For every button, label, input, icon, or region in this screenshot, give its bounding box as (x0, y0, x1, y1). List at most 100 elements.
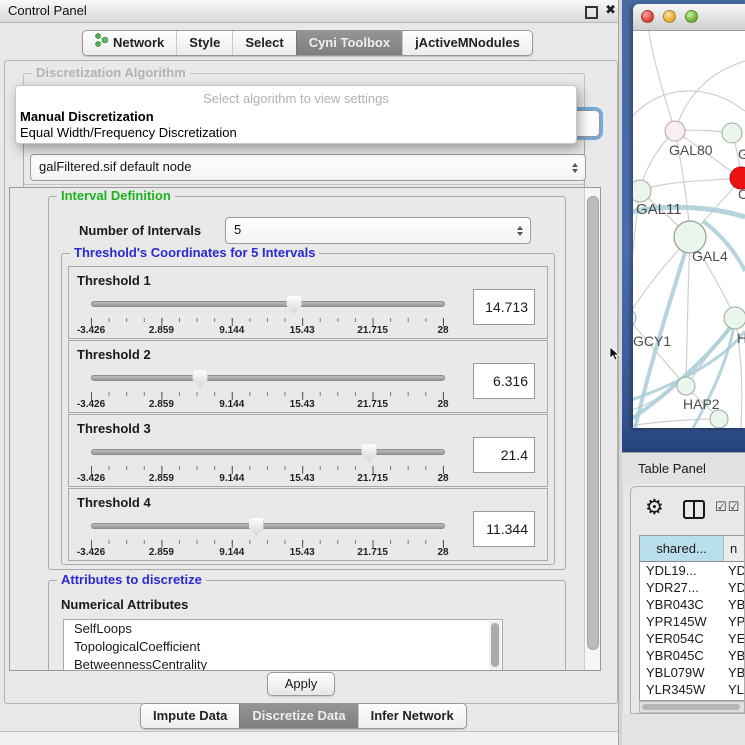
threshold-label: Threshold 2 (77, 347, 151, 362)
node-label: GAL11 (636, 201, 682, 218)
slider-thumb[interactable] (287, 296, 302, 314)
slider-track[interactable] (91, 449, 445, 455)
close-icon[interactable]: ✖ (605, 3, 616, 18)
network-icon (95, 31, 108, 55)
mouse-cursor (609, 346, 621, 367)
dropdown-item-manual-discretization[interactable]: Manual Discretization (16, 109, 576, 125)
table-row[interactable]: YBR043C YBR0 (640, 596, 744, 613)
list-item[interactable]: BetweennessCentrality (64, 656, 502, 671)
tab-discretize-data[interactable]: Discretize Data (239, 704, 357, 728)
slider-scale-labels: -3.426 2.859 9.144 15.43 21.715 28 (91, 399, 443, 411)
threshold-value-field[interactable]: 21.4 (473, 437, 535, 473)
close-traffic-light-icon[interactable] (641, 10, 654, 23)
network-window-titlebar (633, 4, 745, 31)
group-title: Threshold's Coordinates for 5 Intervals (70, 245, 319, 260)
table-row[interactable]: YER054C YER0 (640, 630, 744, 647)
tab-label: Network (113, 31, 164, 55)
tab-infer-network[interactable]: Infer Network (358, 704, 466, 728)
network-node[interactable] (633, 309, 636, 327)
numerical-attributes-list[interactable]: SelfLoops TopologicalCoefficient Between… (63, 619, 503, 671)
combo-value: 5 (234, 222, 241, 237)
threshold-value-field[interactable]: 6.316 (473, 363, 535, 399)
group-title: Interval Definition (57, 188, 175, 203)
slider-track[interactable] (91, 375, 445, 381)
combo-value: galFiltered.sif default node (39, 159, 191, 174)
tab-select[interactable]: Select (232, 31, 295, 55)
threshold-2-panel: Threshold 2 -3.426 2.859 (68, 340, 548, 413)
number-of-intervals-combobox[interactable]: 5 (225, 217, 531, 244)
column-header-name[interactable]: n (724, 536, 744, 561)
node-label: GCY1 (633, 333, 671, 349)
threshold-label: Threshold 1 (77, 273, 151, 288)
bottom-strip (0, 731, 622, 745)
tab-impute-data[interactable]: Impute Data (141, 704, 239, 728)
float-window-icon[interactable] (585, 6, 598, 19)
column-header-shared-name[interactable]: shared... (640, 536, 724, 561)
node-label: GA (738, 146, 745, 162)
cyni-panel: Discretization Algorithm Select algorith… (4, 60, 618, 704)
columns-icon[interactable] (683, 500, 705, 519)
list-item[interactable]: TopologicalCoefficient (64, 638, 502, 656)
screen: Control Panel ✖ Network Style (0, 0, 745, 745)
threshold-3-panel: Threshold 3 -3.426 2.859 (68, 414, 548, 487)
node-label: GAL80 (669, 142, 713, 158)
algorithm-dropdown-popup: Select algorithm to view settings Manual… (15, 85, 577, 144)
control-panel-titlebar: Control Panel ✖ (0, 0, 622, 23)
slider-thumb[interactable] (362, 444, 377, 462)
network-node[interactable] (665, 121, 685, 141)
slider-scale-labels: -3.426 2.859 9.144 15.43 21.715 28 (91, 473, 443, 485)
settings-scrollpane: Interval Definition Number of Intervals … (9, 187, 601, 671)
apply-button[interactable]: Apply (267, 672, 335, 696)
slider-scale-labels: -3.426 2.859 9.144 15.43 21.715 28 (91, 547, 443, 559)
tab-label: Infer Network (371, 704, 454, 728)
checkbox-icons[interactable]: ☑☑ (715, 500, 740, 515)
tab-cyni-toolbox[interactable]: Cyni Toolbox (296, 31, 402, 55)
table-header-row: shared... n (640, 536, 744, 562)
table-data-combobox[interactable]: galFiltered.sif default node (30, 154, 586, 181)
list-item[interactable]: SelfLoops (64, 620, 502, 638)
threshold-label: Threshold 4 (77, 495, 151, 510)
horizontal-scrollbar[interactable] (639, 701, 744, 713)
numerical-attributes-label: Numerical Attributes (61, 597, 188, 612)
node-attribute-table[interactable]: shared... n YDL19... YDL1 YDR27... YDR2 … (639, 535, 744, 701)
slider-track[interactable] (91, 301, 445, 307)
gear-icon[interactable]: ⚙ (645, 495, 664, 519)
slider-thumb[interactable] (249, 518, 264, 536)
chevron-updown-icon (572, 163, 578, 173)
network-graph: GAL80 GA C GAL11 GAL4 GCY1 H HAP2 (633, 31, 745, 428)
table-row[interactable]: YDL19... YDL1 (640, 562, 744, 579)
minimize-traffic-light-icon[interactable] (663, 10, 676, 23)
table-row[interactable]: YDR27... YDR2 (640, 579, 744, 596)
network-view-window: GAL80 GA C GAL11 GAL4 GCY1 H HAP2 (633, 4, 745, 428)
network-node[interactable] (710, 410, 728, 428)
slider-thumb[interactable] (193, 370, 208, 388)
table-panel-titlebar: Table Panel (622, 452, 745, 484)
network-node[interactable] (677, 377, 695, 395)
tab-network[interactable]: Network (83, 31, 176, 55)
network-node[interactable] (633, 180, 651, 202)
dropdown-item-equal-width-frequency[interactable]: Equal Width/Frequency Discretization (16, 125, 576, 141)
tab-style[interactable]: Style (176, 31, 232, 55)
network-canvas[interactable]: GAL80 GA C GAL11 GAL4 GCY1 H HAP2 (633, 31, 745, 428)
top-tabbar: Network Style Select Cyni Toolbox jActiv… (82, 30, 533, 56)
attributes-to-discretize-group: Attributes to discretize Numerical Attri… (48, 580, 566, 671)
threshold-label: Threshold 3 (77, 421, 151, 436)
tab-label: Select (245, 31, 283, 55)
tab-jactivemnodules[interactable]: jActiveMNodules (402, 31, 532, 55)
network-node[interactable] (724, 307, 745, 329)
bottom-tabbar: Impute Data Discretize Data Infer Networ… (140, 703, 467, 729)
table-row[interactable]: YPR145W YPR1 (640, 613, 744, 630)
table-row[interactable]: YBR045C YBR0 (640, 647, 744, 664)
threshold-value-field[interactable]: 14.713 (473, 289, 535, 325)
zoom-traffic-light-icon[interactable] (685, 10, 698, 23)
table-row[interactable]: YBL079W YBL0 (640, 664, 744, 681)
tab-label: Discretize Data (252, 704, 345, 728)
network-node[interactable] (722, 123, 742, 143)
number-of-intervals-label: Number of Intervals (79, 223, 201, 238)
tab-label: Cyni Toolbox (309, 31, 390, 55)
slider-track[interactable] (91, 523, 445, 529)
list-scrollbar[interactable] (489, 621, 501, 671)
threshold-value-field[interactable]: 11.344 (473, 511, 535, 547)
vertical-scrollbar[interactable] (584, 188, 600, 670)
table-row[interactable]: YLR345W YLR3 (640, 681, 744, 698)
